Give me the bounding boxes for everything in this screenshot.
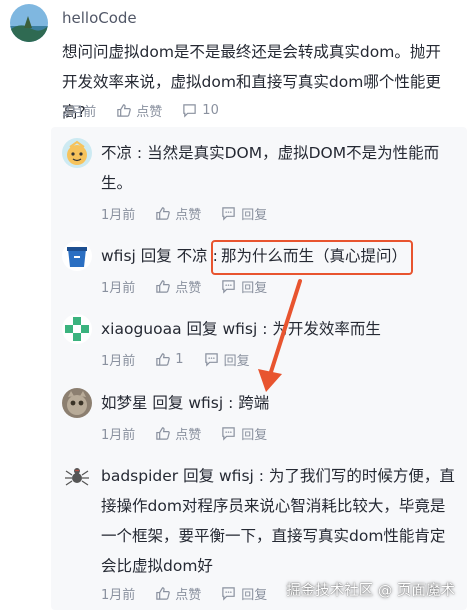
annotation-arrow	[258, 279, 302, 392]
watermark: 掘金技术社区 @ 页面魔术	[286, 583, 455, 599]
